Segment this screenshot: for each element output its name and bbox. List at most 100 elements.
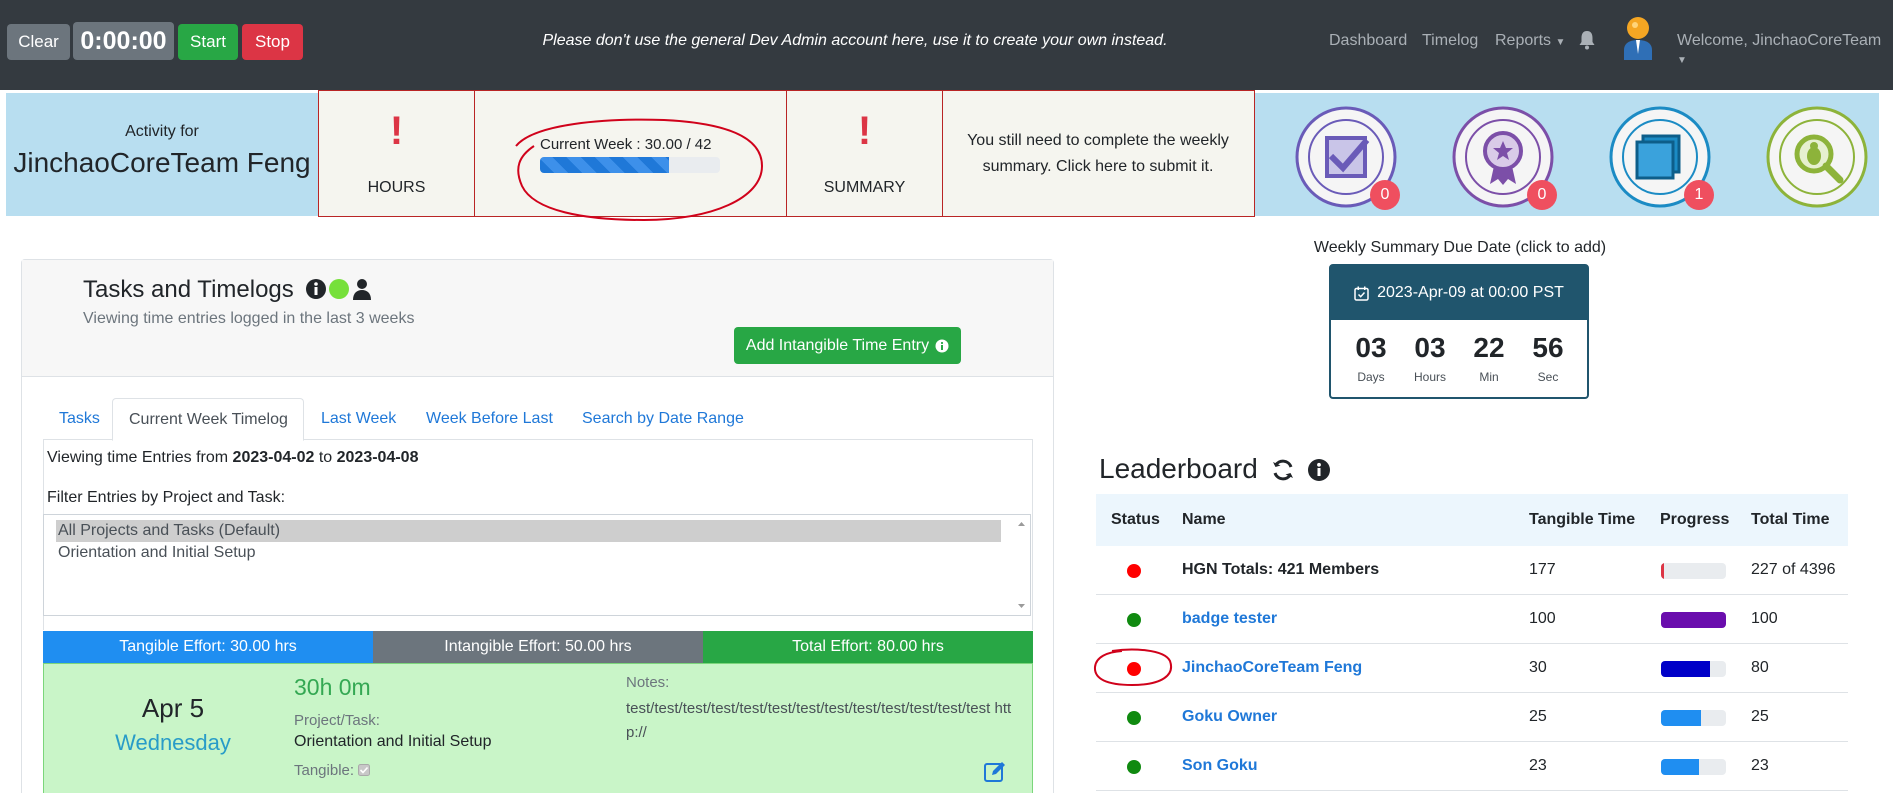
countdown-unit: Hours [1413,370,1446,384]
leaderboard-progress-fill [1661,660,1710,677]
user-icon[interactable] [351,278,373,300]
leaderboard-progress [1661,709,1726,726]
leaderboard-tangible: 30 [1529,658,1547,676]
filter-option[interactable]: All Projects and Tasks (Default) [56,520,1001,542]
leaderboard-name[interactable]: badge tester [1182,610,1277,628]
entry-time: 30h 0m [294,674,371,700]
leaderboard-progress-fill [1661,758,1699,775]
tab-last-week[interactable]: Last Week [321,410,396,428]
info-icon [935,339,949,352]
stop-button[interactable]: Stop [242,24,303,60]
total-effort-bar: Total Effort: 80.00 hrs [703,631,1033,663]
info-icon[interactable] [1307,458,1331,482]
weekly-summary-countdown[interactable]: 2023-Apr-09 at 00:00 PST 03 Days 03 Hours … [1329,264,1589,399]
hours-card[interactable]: ! HOURS [318,90,475,217]
nav-reports[interactable]: Reports ▼ [1495,32,1565,50]
countdown-value: 03 [1355,332,1387,363]
calendar-check-icon [1354,286,1369,301]
col-name: Name [1182,511,1226,528]
bell-icon[interactable] [1578,30,1596,50]
leaderboard-title: Leaderboard [1099,453,1258,484]
entry-project-label: Project/Task: [294,712,380,729]
leaderboard-name[interactable]: Son Goku [1182,757,1258,775]
badges-badge-count: 0 [1527,180,1557,210]
nav-timelog[interactable]: Timelog [1422,32,1478,50]
welcome-label: Welcome, JinchaoCoreTeam [1677,32,1882,49]
tab-week-before-last[interactable]: Week Before Last [426,410,553,428]
countdown-unit: Days [1357,370,1385,384]
activity-for-label: Activity for [125,123,199,140]
summary-label: SUMMARY [823,179,906,196]
summary-card[interactable]: ! SUMMARY [786,90,943,217]
countdown-unit: Sec [1537,370,1559,384]
report-bug-badge-icon[interactable] [1766,106,1868,208]
leaderboard-tangible: 25 [1529,707,1547,725]
col-progress: Progress [1660,511,1730,528]
entry-notes: test/test/test/test/test/test/test/test/… [626,700,1012,741]
filter-option[interactable]: Orientation and Initial Setup [58,542,255,564]
status-dot [1127,612,1141,627]
user-name: JinchaoCoreTeam Feng [13,147,311,178]
welcome-menu[interactable]: Welcome, JinchaoCoreTeam ▼ [1677,32,1893,68]
status-dot [1127,661,1141,676]
col-status: Status [1111,511,1160,528]
weekly-summary-due-label[interactable]: Weekly Summary Due Date (click to add) [1300,239,1620,257]
listbox-scrollbar[interactable] [1014,516,1029,614]
hours-label: HOURS [367,179,426,196]
leaderboard-name: HGN Totals: 421 Members [1182,560,1380,578]
leaderboard-progress [1661,562,1726,579]
tab-current-week-timelog[interactable]: Current Week Timelog [112,398,304,441]
countdown-value: 56 [1532,332,1564,363]
leaderboard-name[interactable]: JinchaoCoreTeam Feng [1182,659,1362,677]
leaderboard-total: 100 [1751,609,1778,627]
clear-button[interactable]: Clear [7,24,70,60]
leaderboard-progress-fill [1661,562,1664,579]
col-total-time: Total Time [1751,511,1830,528]
exclamation-icon: ! [389,109,404,153]
tab-tasks[interactable]: Tasks [59,410,100,428]
countdown-value: 22 [1473,332,1505,363]
add-intangible-time-button[interactable]: Add Intangible Time Entry [734,327,961,364]
edit-icon[interactable] [983,760,1007,784]
leaderboard-total: 25 [1751,707,1769,725]
tangible-checkbox [358,764,371,776]
refresh-icon[interactable] [1271,458,1295,482]
current-week-text: Current Week : 30.00 / 42 [540,136,712,153]
nav-dashboard[interactable]: Dashboard [1329,32,1407,50]
info-icon[interactable] [305,278,327,300]
to-word: to [314,449,337,466]
tab-label: Current Week Timelog [129,411,288,428]
tasks-panel-title: Tasks and Timelogs [83,276,294,303]
project-task-filter[interactable]: All Projects and Tasks (Default) Orienta… [43,514,1031,616]
start-button[interactable]: Start [178,24,238,60]
tangible-effort-bar: Tangible Effort: 30.00 hrs [43,631,373,663]
entry-notes-label: Notes: [626,674,670,691]
summary-message[interactable]: You still need to complete the weekly su… [942,128,1254,180]
due-date-header: 2023-Apr-09 at 00:00 PST [1331,266,1587,320]
status-dot [1127,563,1141,578]
countdown-unit: Min [1479,370,1499,384]
timer-display: 0:00:00 [73,22,174,60]
viewing-range: Viewing time Entries from 2023-04-02 to … [47,449,418,467]
add-intangible-label: Add Intangible Time Entry [745,336,930,354]
due-date: 2023-Apr-09 at 00:00 PST [1377,284,1564,301]
exclamation-icon: ! [857,109,872,153]
col-tangible-time: Tangible Time [1529,511,1636,528]
leaderboard-name[interactable]: Goku Owner [1182,708,1277,726]
leaderboard-tangible: 23 [1529,756,1547,774]
status-dot [1127,710,1141,725]
countdown-days: 03 Days [1341,332,1401,384]
chevron-down-icon: ▼ [1555,37,1566,48]
tab-search-by-date-range[interactable]: Search by Date Range [582,410,744,428]
countdown-value: 03 [1414,332,1446,363]
leaderboard-progress [1661,660,1726,677]
activity-header: Activity for JinchaoCoreTeam Feng [6,93,318,216]
current-week-progress-fill [540,157,669,173]
leaderboard-tangible: 100 [1529,609,1556,627]
leaderboard-progress-fill [1661,709,1702,726]
leaderboard-progress [1661,611,1726,628]
status-dot [1127,759,1141,774]
blue-square-badge-count: 1 [1684,180,1714,210]
avatar[interactable] [1618,16,1658,60]
current-week-progress [540,157,720,173]
